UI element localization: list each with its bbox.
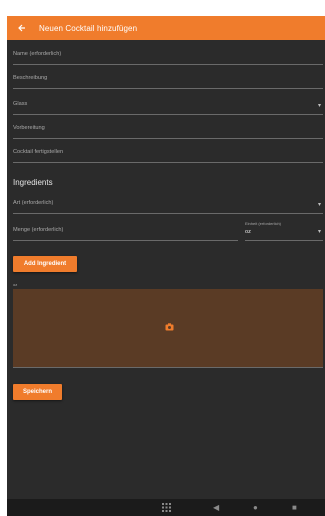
glass-select-label: Glass bbox=[13, 101, 28, 107]
page-title: Neuen Cocktail hinzufügen bbox=[39, 23, 138, 33]
system-nav-bar: ◀ ● ■ bbox=[7, 499, 325, 516]
ingredients-heading: Ingredients bbox=[13, 178, 53, 187]
nav-back-icon[interactable]: ◀ bbox=[213, 503, 219, 512]
description-field[interactable]: Beschreibung bbox=[13, 74, 323, 89]
amount-field-label: Menge (erforderlich) bbox=[13, 227, 64, 233]
name-field[interactable]: Name (erforderlich) bbox=[13, 50, 323, 65]
preparation-field[interactable]: Vorbereitung bbox=[13, 124, 323, 139]
unit-select[interactable]: Einheit (erforderlich) oz ▾ bbox=[245, 220, 323, 241]
photo-picker[interactable] bbox=[13, 289, 323, 368]
save-button[interactable]: Speichern bbox=[13, 384, 62, 400]
apps-grid-icon[interactable] bbox=[162, 503, 171, 514]
nav-recents-icon[interactable]: ■ bbox=[292, 503, 297, 512]
nav-home-icon[interactable]: ● bbox=[253, 503, 258, 512]
glass-select[interactable]: Glass ▾ bbox=[13, 98, 323, 115]
add-ingredient-button[interactable]: Add Ingredient bbox=[13, 256, 77, 272]
amount-field[interactable]: Menge (erforderlich) bbox=[13, 224, 238, 241]
unit-select-label: Einheit (erforderlich) bbox=[245, 221, 282, 226]
unit-select-value: oz bbox=[245, 229, 251, 235]
name-field-label: Name (erforderlich) bbox=[13, 51, 62, 57]
unit-hint: oz bbox=[13, 282, 18, 287]
app-screen: Neuen Cocktail hinzufügen Name (erforder… bbox=[7, 16, 325, 516]
arrow-left-icon[interactable] bbox=[11, 16, 33, 40]
finish-field-label: Cocktail fertigstellen bbox=[13, 149, 64, 155]
chevron-down-icon: ▾ bbox=[317, 202, 321, 208]
ingredient-type-select[interactable]: Art (erforderlich) ▾ bbox=[13, 196, 323, 214]
chevron-down-icon: ▾ bbox=[317, 103, 321, 109]
description-field-label: Beschreibung bbox=[13, 75, 48, 81]
finish-field[interactable]: Cocktail fertigstellen bbox=[13, 148, 323, 163]
ingredient-type-label: Art (erforderlich) bbox=[13, 200, 54, 206]
app-bar: Neuen Cocktail hinzufügen bbox=[7, 16, 325, 40]
preparation-field-label: Vorbereitung bbox=[13, 125, 45, 131]
camera-icon bbox=[164, 323, 174, 331]
chevron-down-icon: ▾ bbox=[317, 229, 321, 235]
